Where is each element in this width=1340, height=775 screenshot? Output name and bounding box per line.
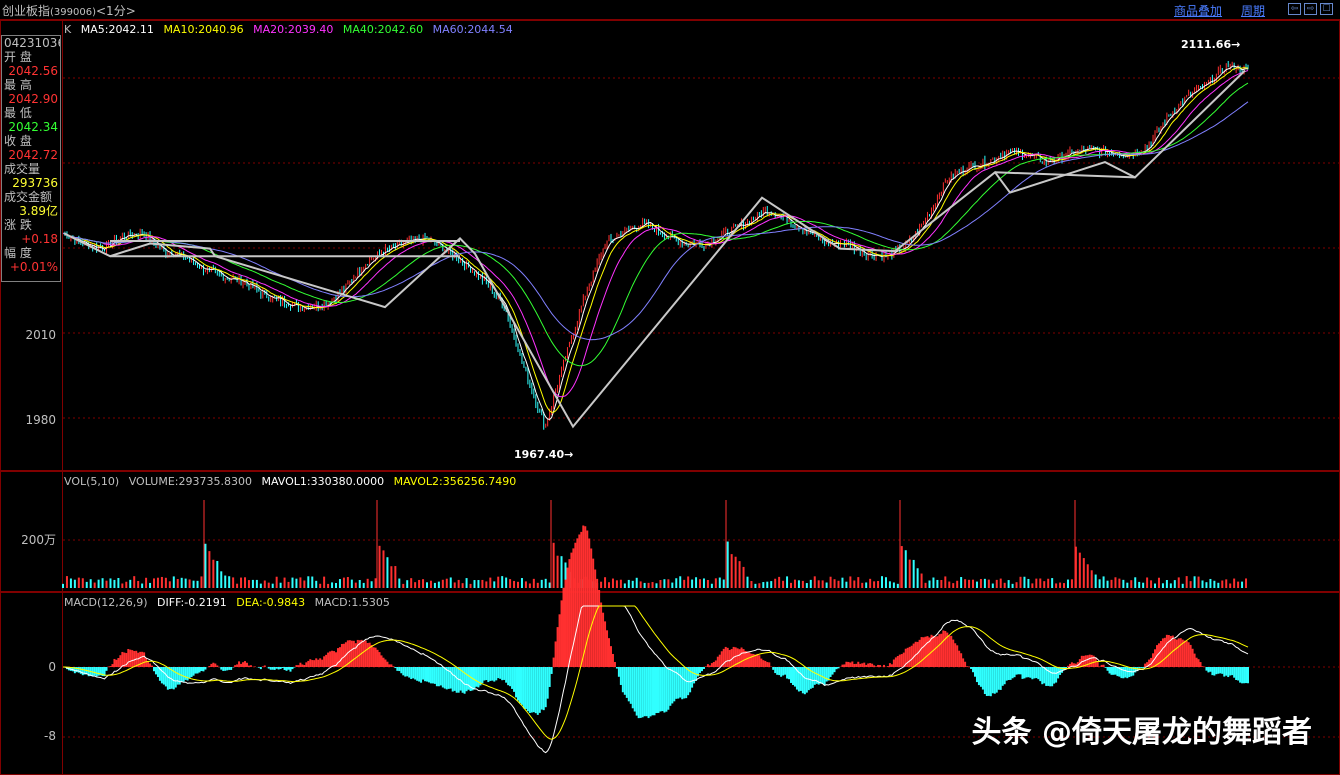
macd-title: MACD(12,26,9) [64,596,148,609]
ma20-label: MA20:2039.40 [253,23,334,36]
volume-info-value: 293736 [12,176,58,190]
macd-tick-0: 0 [48,660,56,674]
k-label: K [64,23,72,36]
low-value: 2042.34 [8,120,58,134]
quote-info-panel: 04231036 开 盘 2042.56 最 高 2042.90 最 低 204… [1,35,61,282]
stock-chart-svg[interactable] [0,0,1340,775]
low-price-value: 1967.40 [514,448,565,461]
price-tick-2010: 2010 [25,328,56,342]
dea-value: DEA:-0.9843 [236,596,306,609]
mavol2-value: MAVOL2:356256.7490 [393,475,517,488]
amount-label: 成交金额 [4,190,53,204]
macd-tick-neg8: -8 [44,729,56,743]
volume-label: 成交量 [4,162,41,176]
change-label: 涨 跌 [4,218,32,232]
volume-legend: VOL(5,10) VOLUME:293735.8300 MAVOL1:3303… [64,475,522,488]
volume-value: VOLUME:293735.8300 [128,475,252,488]
macd-legend: MACD(12,26,9) DIFF:-0.2191 DEA:-0.9843 M… [64,596,396,609]
close-value: 2042.72 [8,148,58,162]
open-value: 2042.56 [8,64,58,78]
ma5-line [62,65,1249,420]
ma10-label: MA10:2040.96 [163,23,244,36]
low-label: 最 低 [4,106,32,120]
pct-value: +0.01% [9,260,58,274]
high-price-value: 2111.66 [1181,38,1232,51]
ma10-line [62,67,1249,413]
ma40-label: MA40:2042.60 [342,23,424,36]
kline-legend: K MA5:2042.11 MA10:2040.96 MA20:2039.40 … [64,23,519,36]
high-label: 最 高 [4,78,32,92]
high-price-label: 2111.66→ [1181,38,1241,51]
volume-tick-200w: 200万 [21,533,56,547]
ma60-line [62,101,1249,341]
wave-box-line [994,171,1136,179]
change-value: +0.18 [21,232,58,246]
ma60-label: MA60:2044.54 [432,23,513,36]
low-price-label: 1967.40→ [514,448,574,461]
ma5-label: MA5:2042.11 [80,23,154,36]
open-label: 开 盘 [4,50,32,64]
price-tick-1980: 1980 [25,413,56,427]
diff-value: DIFF:-0.2191 [157,596,227,609]
watermark: 头条 @倚天屠龙的舞蹈者 [971,715,1312,750]
mavol1-value: MAVOL1:330380.0000 [261,475,385,488]
high-value: 2042.90 [8,92,58,106]
vol-title: VOL(5,10) [64,475,120,488]
ma20-line [62,70,1249,398]
close-label: 收 盘 [4,134,32,148]
info-time: 04231036 [4,36,60,50]
ma40-line [62,82,1249,367]
macd-value: MACD:1.5305 [314,596,390,609]
pct-label: 幅 度 [4,246,32,260]
amount-value: 3.89亿 [19,204,58,218]
